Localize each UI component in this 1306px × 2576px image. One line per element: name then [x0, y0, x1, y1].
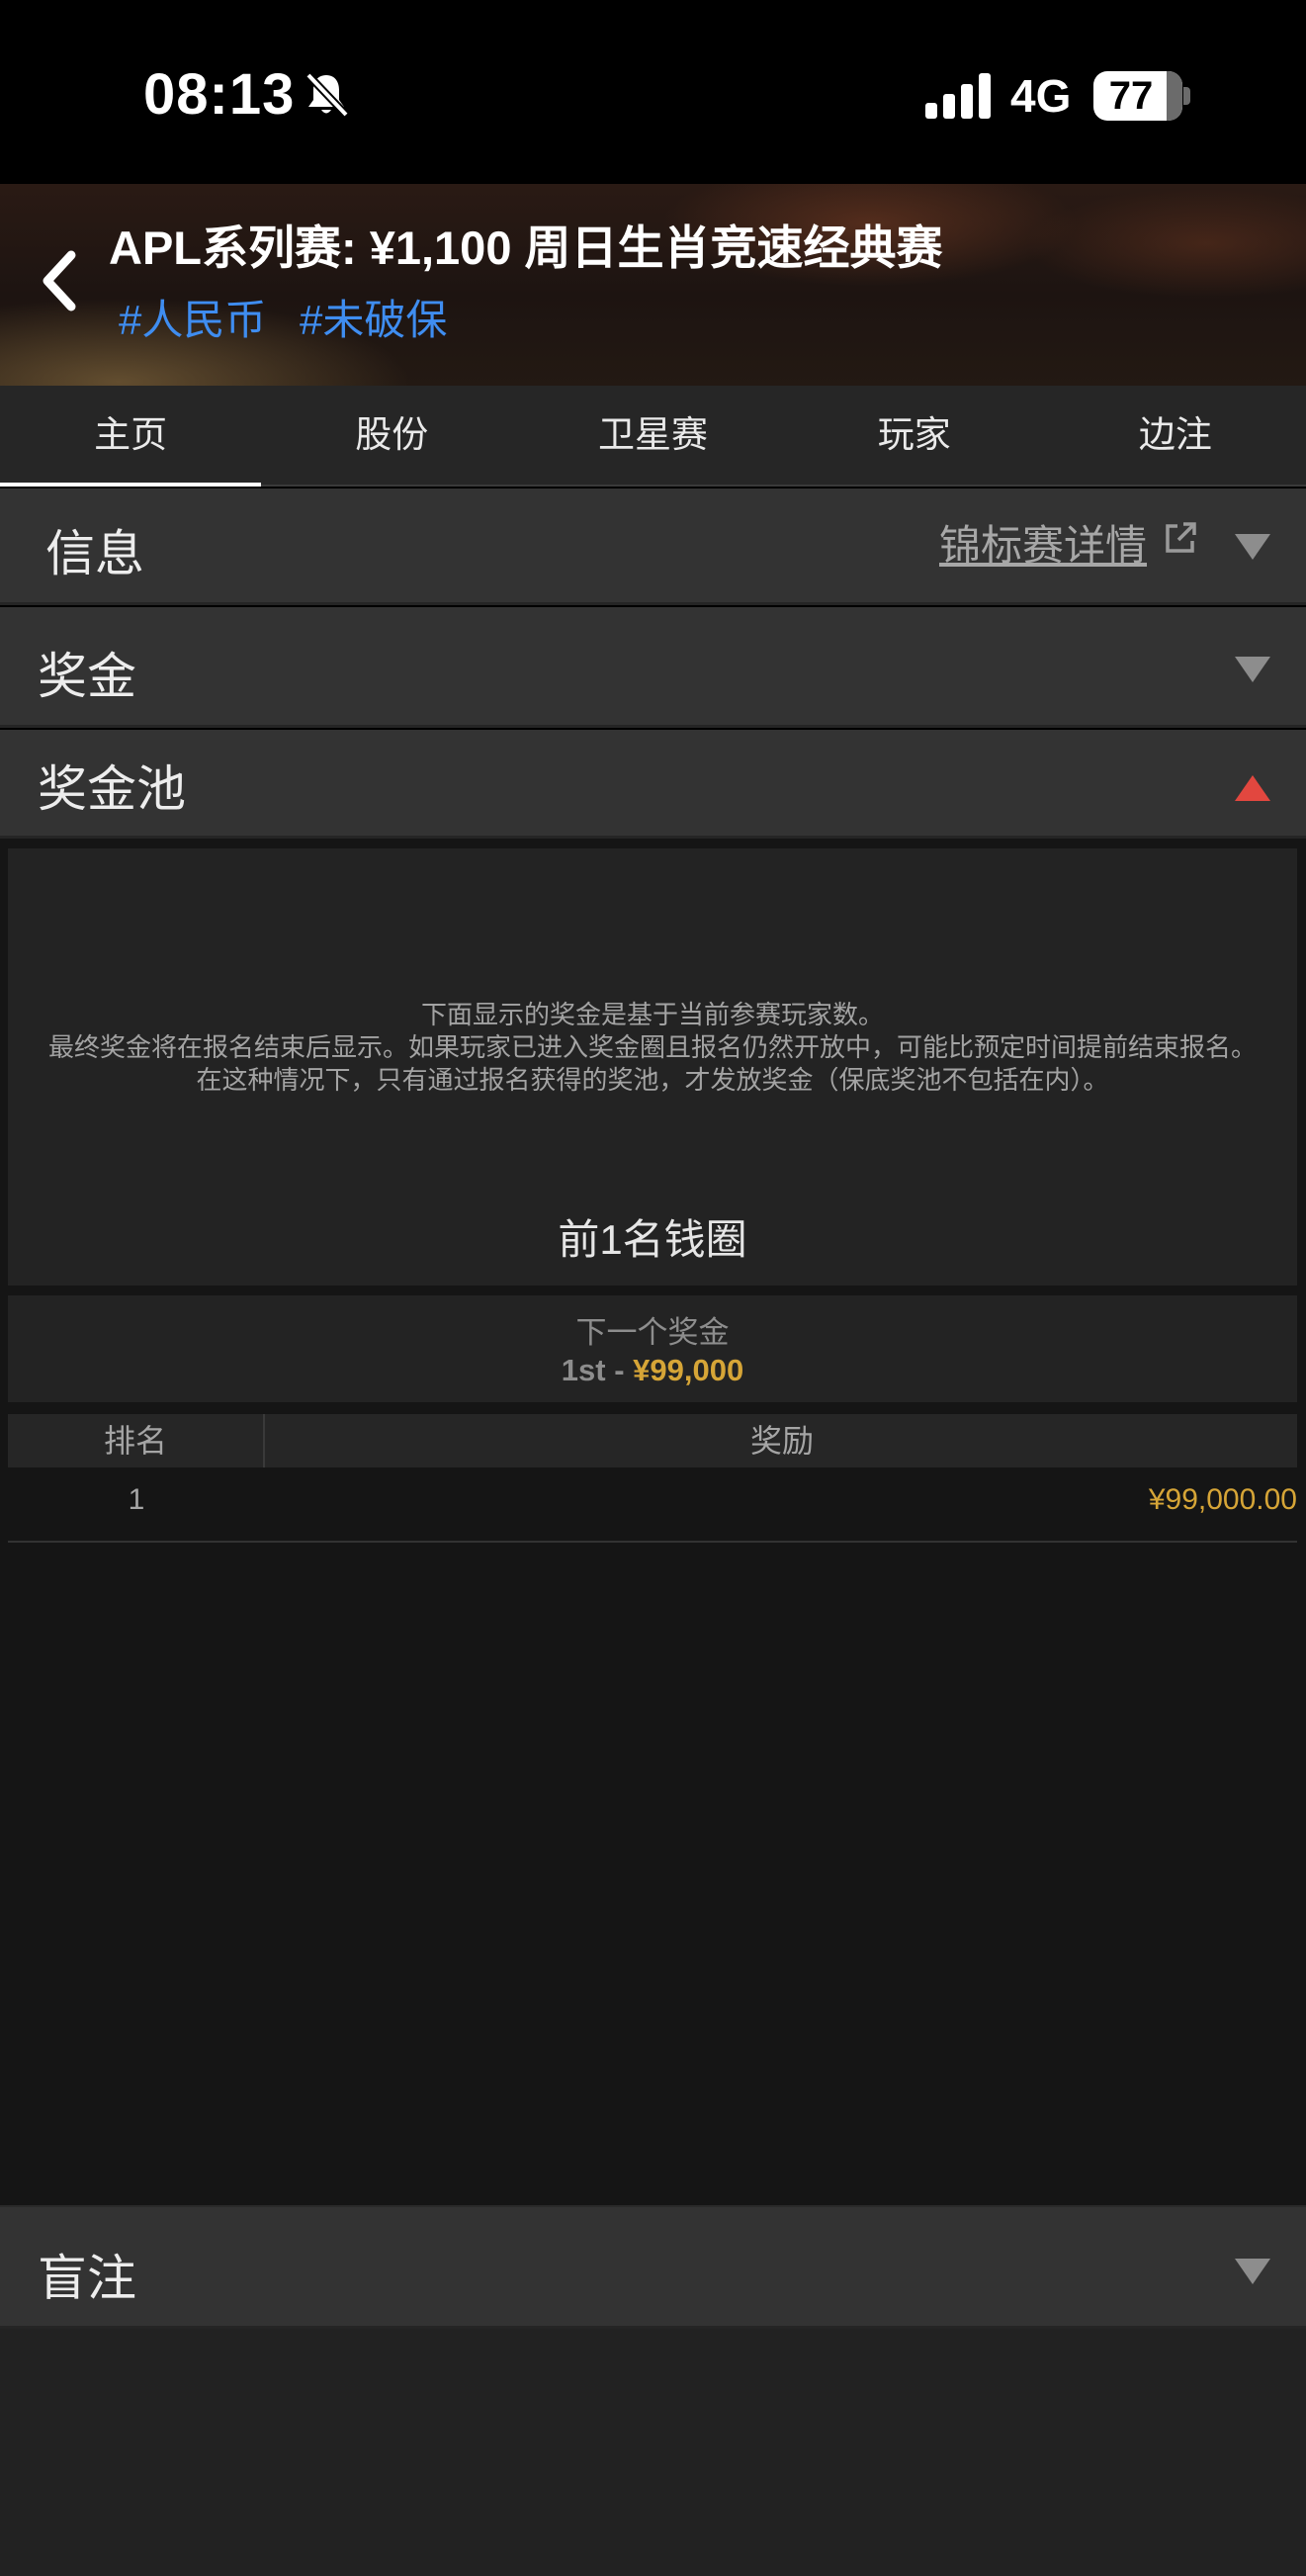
notice-line: 下面显示的奖金是基于当前参赛玩家数。	[420, 1000, 884, 1029]
next-prize-box: 下一个奖金 1st - ¥99,000	[8, 1295, 1297, 1402]
section-prize-pool[interactable]: 奖金池	[0, 730, 1306, 839]
payout-table-header: 排名 奖励	[8, 1414, 1297, 1467]
page-title: APL系列赛: ¥1,100 周日生肖竞速经典赛	[109, 222, 943, 274]
section-pool-label: 奖金池	[38, 761, 186, 817]
tag-currency[interactable]: #人民币	[119, 297, 266, 343]
tab-side-bets[interactable]: 边注	[1045, 386, 1306, 485]
tab-players[interactable]: 玩家	[784, 386, 1045, 485]
next-prize-place: 1st -	[561, 1353, 634, 1387]
column-prize: 奖励	[749, 1423, 814, 1459]
status-bar: 08:13 4G 77	[0, 0, 1306, 184]
section-prize-label: 奖金	[38, 649, 136, 704]
chevron-down-icon[interactable]	[1235, 2259, 1270, 2284]
tournament-details-link[interactable]: 锦标赛详情	[939, 512, 1147, 573]
row-prize: ¥99,000.00	[1148, 1483, 1297, 1516]
pool-notice-box: 下面显示的奖金是基于当前参赛玩家数。 最终奖金将在报名结束后显示。如果玩家已进入…	[8, 848, 1297, 1286]
next-prize-amount: ¥99,000	[633, 1353, 744, 1387]
status-time: 08:13	[143, 62, 296, 127]
tab-bar: 主页 股份 卫星赛 玩家 边注	[0, 386, 1306, 487]
prize-pool-content: 下面显示的奖金是基于当前参赛玩家数。 最终奖金将在报名结束后显示。如果玩家已进入…	[0, 839, 1306, 2205]
chevron-down-icon[interactable]	[1235, 534, 1270, 560]
chevron-up-icon[interactable]	[1235, 775, 1270, 801]
notice-line: 在这种情况下，只有通过报名获得的奖池，才发放奖金（保底奖池不包括在内）。	[196, 1065, 1109, 1095]
battery-tip	[1183, 87, 1190, 105]
tab-satellites[interactable]: 卫星赛	[522, 386, 783, 485]
tag-list: #人民币 #未破保	[119, 287, 469, 347]
next-prize-label: 下一个奖金	[575, 1315, 730, 1350]
section-info-label: 信息	[45, 526, 144, 581]
notice-line: 最终奖金将在报名结束后显示。如果玩家已进入奖金圈且报名仍然开放中，可能比预定时间…	[47, 1032, 1257, 1062]
next-prize-value: 1st - ¥99,000	[8, 1353, 1297, 1388]
external-link-icon[interactable]	[1161, 518, 1200, 558]
section-prize[interactable]: 奖金	[0, 607, 1306, 728]
pool-notice: 下面显示的奖金是基于当前参赛玩家数。 最终奖金将在报名结束后显示。如果玩家已进入…	[8, 999, 1297, 1097]
bell-slash-icon	[305, 72, 349, 118]
network-type: 4G	[1010, 70, 1072, 122]
in-the-money-text: 前1名钱圈	[558, 1216, 747, 1263]
cellular-signal-icon	[925, 73, 991, 119]
tab-shares[interactable]: 股份	[261, 386, 522, 485]
blinds-content	[0, 2329, 1306, 2576]
section-blinds[interactable]: 盲注	[0, 2205, 1306, 2329]
chevron-down-icon[interactable]	[1235, 657, 1270, 682]
battery-icon: 77	[1093, 71, 1182, 121]
section-info[interactable]: 信息 锦标赛详情	[0, 489, 1306, 605]
table-row: 1 ¥99,000.00	[8, 1471, 1297, 1543]
column-rank: 排名	[8, 1414, 265, 1467]
chevron-left-icon[interactable]	[30, 241, 89, 320]
section-blinds-label: 盲注	[38, 2251, 136, 2306]
battery-level: 77	[1108, 74, 1154, 118]
tag-guarantee[interactable]: #未破保	[300, 297, 447, 343]
tournament-header: APL系列赛: ¥1,100 周日生肖竞速经典赛 #人民币 #未破保	[0, 184, 1306, 386]
row-rank: 1	[128, 1483, 145, 1516]
tab-home[interactable]: 主页	[0, 386, 262, 487]
